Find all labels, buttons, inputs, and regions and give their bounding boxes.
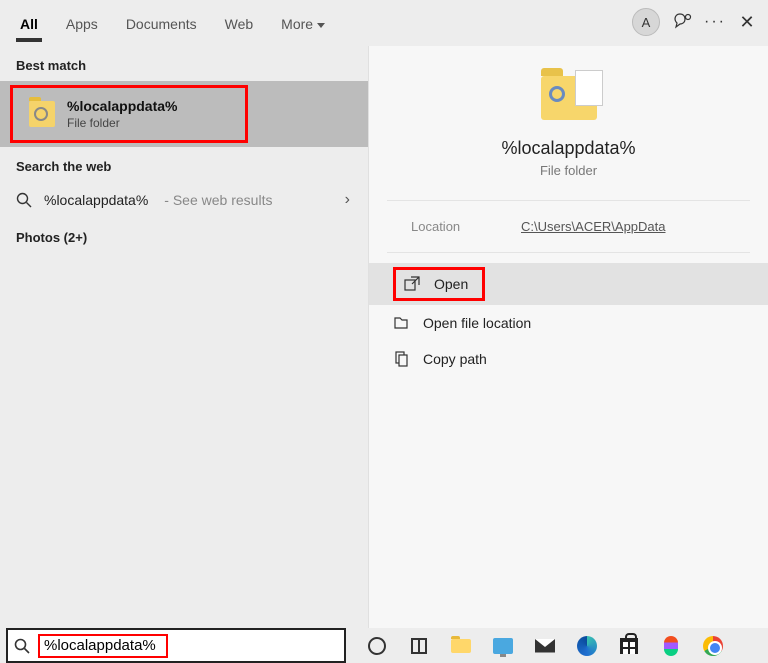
chevron-right-icon: › bbox=[345, 191, 350, 209]
search-icon bbox=[14, 638, 30, 654]
header-tabs: All Apps Documents Web More bbox=[16, 4, 329, 42]
header: All Apps Documents Web More A ··· ✕ bbox=[0, 0, 768, 46]
action-open-location-label: Open file location bbox=[423, 315, 531, 331]
action-open-label: Open bbox=[434, 276, 468, 292]
user-avatar[interactable]: A bbox=[632, 8, 660, 36]
tab-apps[interactable]: Apps bbox=[62, 4, 102, 42]
best-match-title: %localappdata% bbox=[67, 98, 177, 114]
file-explorer-icon[interactable] bbox=[450, 635, 472, 657]
taskbar bbox=[0, 628, 768, 663]
feedback-icon[interactable] bbox=[674, 13, 692, 31]
location-label: Location bbox=[411, 219, 521, 234]
search-input-highlight bbox=[38, 634, 168, 658]
action-copy-path-label: Copy path bbox=[423, 351, 487, 367]
action-open-location[interactable]: Open file location bbox=[369, 305, 768, 341]
search-input[interactable] bbox=[44, 637, 162, 654]
preview-subtitle: File folder bbox=[540, 163, 597, 178]
right-panel: %localappdata% File folder Location C:\U… bbox=[368, 46, 768, 628]
search-web-heading: Search the web bbox=[0, 147, 368, 182]
close-icon[interactable]: ✕ bbox=[738, 13, 756, 31]
action-open[interactable]: Open bbox=[369, 263, 768, 305]
folder-location-icon bbox=[393, 315, 409, 331]
web-result-row[interactable]: %localappdata% - See web results › bbox=[0, 182, 368, 218]
cortana-icon[interactable] bbox=[366, 635, 388, 657]
open-icon bbox=[404, 276, 420, 292]
preview-title: %localappdata% bbox=[501, 138, 635, 159]
web-result-suffix: - See web results bbox=[164, 192, 272, 208]
web-result-query: %localappdata% bbox=[44, 192, 148, 208]
best-match-section: %localappdata% File folder bbox=[0, 81, 368, 147]
store-icon[interactable] bbox=[618, 635, 640, 657]
main: Best match %localappdata% File folder Se… bbox=[0, 46, 768, 628]
settings-app-icon[interactable] bbox=[492, 635, 514, 657]
best-match-heading: Best match bbox=[0, 46, 368, 81]
chrome-icon[interactable] bbox=[702, 635, 724, 657]
edge-icon[interactable] bbox=[576, 635, 598, 657]
best-match-subtitle: File folder bbox=[67, 116, 177, 130]
header-right: A ··· ✕ bbox=[632, 8, 756, 36]
folder-icon bbox=[29, 101, 55, 127]
tab-documents[interactable]: Documents bbox=[122, 4, 201, 42]
action-copy-path[interactable]: Copy path bbox=[369, 341, 768, 377]
best-match-result[interactable]: %localappdata% File folder bbox=[10, 85, 248, 143]
location-row: Location C:\Users\ACER\AppData bbox=[387, 201, 750, 253]
folder-large-icon bbox=[541, 76, 597, 120]
copy-icon bbox=[393, 351, 409, 367]
task-view-icon[interactable] bbox=[408, 635, 430, 657]
taskbar-icons bbox=[366, 635, 724, 657]
figma-icon[interactable] bbox=[660, 635, 682, 657]
actions-list: Open Open file location Copy path bbox=[369, 263, 768, 377]
preview-area: %localappdata% File folder bbox=[387, 46, 750, 201]
more-options-icon[interactable]: ··· bbox=[706, 13, 724, 31]
tab-web[interactable]: Web bbox=[221, 4, 258, 42]
photos-heading[interactable]: Photos (2+) bbox=[0, 218, 368, 253]
tab-more[interactable]: More bbox=[277, 4, 329, 42]
search-box[interactable] bbox=[6, 628, 346, 663]
tab-all[interactable]: All bbox=[16, 4, 42, 42]
location-value[interactable]: C:\Users\ACER\AppData bbox=[521, 219, 666, 234]
search-icon bbox=[16, 192, 32, 208]
chevron-down-icon bbox=[317, 23, 325, 28]
left-panel: Best match %localappdata% File folder Se… bbox=[0, 46, 368, 628]
mail-icon[interactable] bbox=[534, 635, 556, 657]
